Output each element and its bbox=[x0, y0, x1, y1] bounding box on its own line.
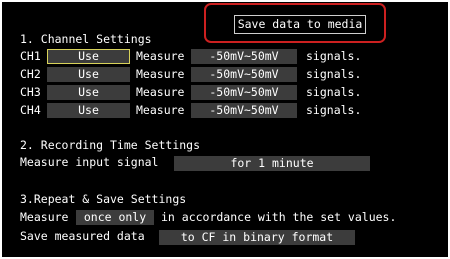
measure-label: Measure bbox=[20, 210, 69, 224]
channel-1-use-select[interactable]: Use bbox=[47, 49, 130, 64]
measure-label: Measure bbox=[136, 49, 185, 63]
channel-label: CH2 bbox=[20, 67, 41, 81]
measure-label: Measure bbox=[136, 67, 185, 81]
channel-4-range-select[interactable]: -50mV~50mV bbox=[191, 103, 297, 118]
repeat-mode-select[interactable]: once only bbox=[76, 210, 154, 225]
channel-3-range-select[interactable]: -50mV~50mV bbox=[191, 85, 297, 100]
recording-time-heading: 2. Recording Time Settings bbox=[20, 138, 201, 152]
measure-input-signal-label: Measure input signal bbox=[20, 155, 159, 169]
signals-label: signals. bbox=[306, 49, 362, 63]
settings-screen: Save data to media 1. Channel Settings C… bbox=[0, 0, 450, 259]
channel-2-range-select[interactable]: -50mV~50mV bbox=[191, 67, 297, 82]
save-format-select[interactable]: to CF in binary format bbox=[159, 230, 355, 245]
signals-label: signals. bbox=[306, 103, 362, 117]
save-data-to-media-button[interactable]: Save data to media bbox=[234, 15, 366, 34]
channel-settings-heading: 1. Channel Settings bbox=[20, 32, 152, 46]
channel-3-use-select[interactable]: Use bbox=[47, 85, 130, 100]
save-measured-data-label: Save measured data bbox=[20, 229, 145, 243]
recording-duration-select[interactable]: for 1 minute bbox=[174, 156, 370, 171]
channel-label: CH4 bbox=[20, 103, 41, 117]
signals-label: signals. bbox=[306, 67, 362, 81]
measure-label: Measure bbox=[136, 85, 185, 99]
channel-label: CH1 bbox=[20, 49, 41, 63]
measure-label: Measure bbox=[136, 103, 185, 117]
channel-1-range-select[interactable]: -50mV~50mV bbox=[191, 49, 297, 64]
repeat-description-label: in accordance with the set values. bbox=[161, 210, 397, 224]
signals-label: signals. bbox=[306, 85, 362, 99]
channel-2-use-select[interactable]: Use bbox=[47, 67, 130, 82]
repeat-save-heading: 3.Repeat & Save Settings bbox=[20, 192, 187, 206]
channel-4-use-select[interactable]: Use bbox=[47, 103, 130, 118]
channel-label: CH3 bbox=[20, 85, 41, 99]
